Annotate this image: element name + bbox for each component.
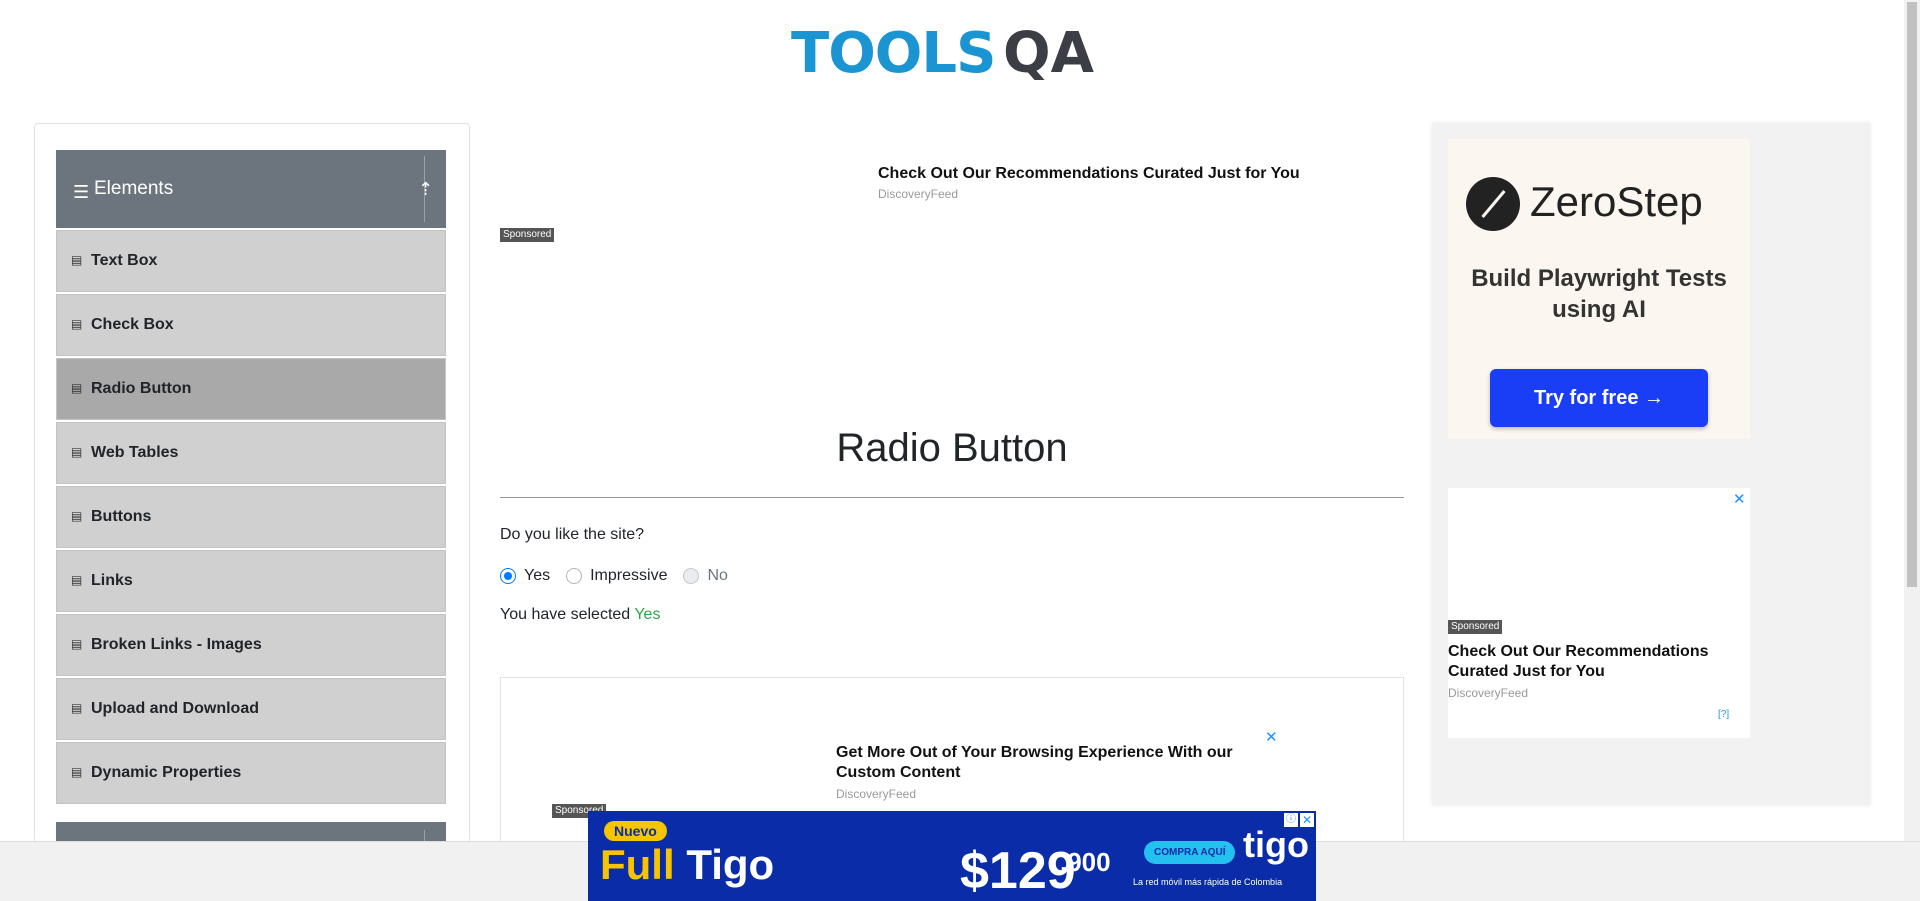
document-icon: ▤ [71,509,83,523]
top-ad-source[interactable]: DiscoveryFeed [878,187,958,201]
adchoices-icon[interactable]: [?] [1718,709,1729,720]
toolsqa-logo[interactable]: TOOLS QA [791,14,1115,92]
document-icon: ▤ [71,445,83,459]
sidebar-item-label: Broken Links - Images [91,636,262,653]
document-icon: ▤ [71,765,83,779]
document-icon: ▤ [71,381,83,395]
site-header: TOOLS QA [0,0,1904,100]
sidebar-item-label: Web Tables [91,444,179,461]
zerostep-tagline: Build Playwright Tests using AI [1471,265,1727,323]
try-for-free-button[interactable]: Try for free → [1490,369,1708,427]
document-icon: ▤ [71,253,83,267]
selection-result: You have selected Yes [500,606,660,624]
document-icon: ▤ [71,317,83,331]
yes-radio-label[interactable]: Yes [524,567,550,585]
sidebar-item-check-box[interactable]: ▤ Check Box [56,294,446,356]
radio-group: Yes Impressive No [500,566,744,586]
yes-radio[interactable] [500,568,516,584]
no-radio [683,568,700,584]
sidebar-item-label: Text Box [91,252,158,269]
left-sidebar: ☰ Elements ⇡ ▤ Text Box ▤ Check Box ▤ Ra… [34,123,470,843]
elements-menu: ▤ Text Box ▤ Check Box ▤ Radio Button ▤ … [56,230,446,806]
sidebar-item-upload-download[interactable]: ▤ Upload and Download [56,678,446,740]
impressive-radio[interactable] [566,568,583,584]
close-icon[interactable]: ✕ [1300,813,1314,827]
banner-brand: tigo [1243,824,1309,865]
sidebar-item-label: Dynamic Properties [91,764,242,781]
right-ad-panel: ZeroStep Build Playwright Tests using AI… [1432,123,1870,805]
top-ad-title[interactable]: Check Out Our Recommendations Curated Ju… [878,165,1300,183]
bottom-ad-title[interactable]: Get More Out of Your Browsing Experience… [836,743,1256,783]
radio-question: Do you like the site? [500,526,645,543]
impressive-radio-label[interactable]: Impressive [590,567,667,585]
elements-group-header[interactable]: ☰ Elements ⇡ [56,150,446,228]
document-icon: ▤ [71,637,83,651]
no-radio-label: No [707,567,728,584]
close-icon[interactable]: ✕ [1733,492,1746,507]
title-divider [500,497,1404,498]
banner-price-small: .900 [1060,847,1111,877]
sidebar-item-links[interactable]: ▤ Links [56,550,446,612]
logo-qa-text: QA [1003,21,1094,86]
forms-group-header[interactable] [56,822,446,843]
sponsored-badge: Sponsored [1448,620,1503,634]
sidebar-item-label: Radio Button [91,380,192,397]
banner-title-b: Tigo [686,841,775,888]
sidebar-item-broken-links[interactable]: ▤ Broken Links - Images [56,614,446,676]
sidebar-item-label: Links [91,572,133,589]
banner-title: Full Tigo [600,841,774,889]
info-icon[interactable]: ⓘ [1284,813,1298,827]
sidebar-item-text-box[interactable]: ▤ Text Box [56,230,446,292]
logo-tools-text: TOOLS [791,21,996,86]
sidebar-item-dynamic-properties[interactable]: ▤ Dynamic Properties [56,742,446,804]
right-sponsored-ad[interactable]: ✕ Sponsored Check Out Our Recommendation… [1448,488,1750,738]
banner-cta-button[interactable]: COMPRA AQUÍ [1144,841,1236,864]
banner-badge: Nuevo [604,821,667,841]
sidebar-item-label: Upload and Download [91,700,259,717]
right-ad-title[interactable]: Check Out Our Recommendations Curated Ju… [1448,642,1728,682]
bottom-ad-source[interactable]: DiscoveryFeed [836,787,916,801]
sidebar-item-buttons[interactable]: ▤ Buttons [56,486,446,548]
zerostep-brand: ZeroStep [1530,178,1703,225]
page-title: Radio Button [836,426,1068,470]
page-scrollbar[interactable] [1904,0,1920,841]
close-icon[interactable]: ✕ [1265,730,1278,745]
tigo-banner-ad[interactable]: Nuevo Full Tigo $129 .900 COMPRA AQUÍ ti… [588,811,1316,901]
right-ad-source[interactable]: DiscoveryFeed [1448,686,1528,700]
result-prefix: You have selected [500,606,631,623]
group-title: Elements [94,178,174,199]
zerostep-logo-icon [1466,177,1520,231]
banner-title-a: Full [600,841,687,888]
scrollbar-thumb[interactable] [1907,2,1917,587]
menu-icon: ☰ [73,182,90,202]
banner-price: $129 [960,842,1076,900]
document-icon: ▤ [71,701,83,715]
collapse-icon[interactable]: ⇡ [418,178,433,200]
document-icon: ▤ [71,573,83,587]
sponsored-badge: Sponsored [500,228,555,242]
sidebar-item-label: Buttons [91,508,152,525]
sidebar-item-radio-button[interactable]: ▤ Radio Button [56,358,446,420]
zerostep-ad[interactable]: ZeroStep Build Playwright Tests using AI… [1448,139,1750,439]
banner-tagline: La red móvil más rápida de Colombia [1133,877,1283,887]
sidebar-item-label: Check Box [91,316,174,333]
result-value: Yes [634,606,661,623]
sidebar-item-web-tables[interactable]: ▤ Web Tables [56,422,446,484]
